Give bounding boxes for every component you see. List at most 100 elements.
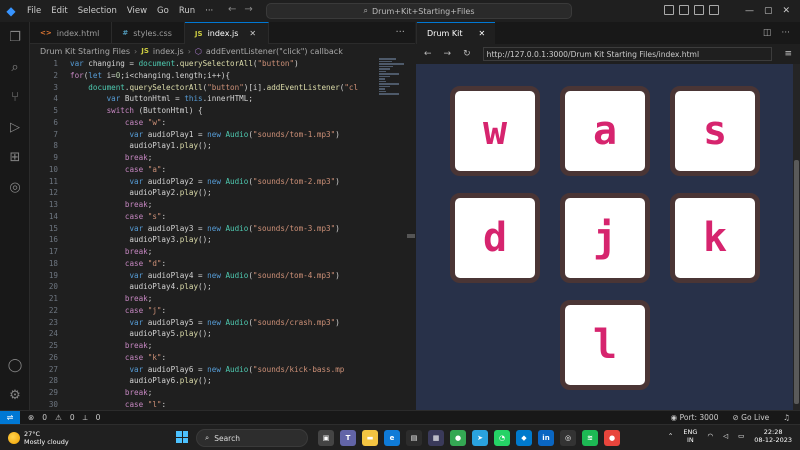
code-line[interactable]: var audioPlay1 = new Audio("sounds/tom-1… [70,129,400,141]
code-line[interactable]: audioPlay4.play(); [70,281,400,293]
wifi-icon[interactable]: ◠ [707,432,713,440]
edge-icon[interactable]: e [384,430,400,446]
tab-index-html[interactable]: <> index.html [30,22,113,44]
task-view-icon[interactable]: ▣ [318,430,334,446]
toggle-sidebar-icon[interactable] [664,5,674,15]
menu-selection[interactable]: Selection [73,6,122,16]
code-line[interactable]: audioPlay3.play(); [70,234,400,246]
browser-menu-icon[interactable]: ≡ [784,49,800,59]
store-icon[interactable]: ▤ [406,430,422,446]
port-status[interactable]: ◉ Port: 3000 [671,413,719,422]
drum-button-a[interactable]: a [560,86,650,176]
code-line[interactable]: var audioPlay2 = new Audio("sounds/tom-2… [70,176,400,188]
url-input[interactable] [482,47,773,61]
problems-indicator[interactable]: ⊗ 0 ⚠ 0 ⟂ 0 [20,413,100,423]
menu-run[interactable]: Run [174,6,200,16]
linkedin-icon[interactable]: in [538,430,554,446]
tab-styles-css[interactable]: # styles.css [112,22,185,44]
drum-button-d[interactable]: d [450,193,540,283]
spotify-icon[interactable]: ≋ [582,430,598,446]
maximize-button[interactable]: ▢ [764,6,773,16]
tab-index-js[interactable]: JS index.js ✕ [184,22,270,44]
minimap[interactable] [379,58,407,110]
split-editor-icon[interactable]: ◫ [763,28,772,38]
drum-button-w[interactable]: w [450,86,540,176]
file-explorer-icon[interactable]: ▬ [362,430,378,446]
code-line[interactable]: break; [70,199,400,211]
explorer-icon[interactable]: ❐ [0,22,30,52]
battery-icon[interactable]: ▭ [738,432,744,440]
taskbar-search[interactable]: ⌕ Search [196,429,308,447]
code-line[interactable]: break; [70,152,400,164]
code-line[interactable]: case "d": [70,258,400,270]
minimize-button[interactable]: — [745,6,754,16]
reload-icon[interactable]: ↻ [463,49,471,59]
breadcrumb-folder[interactable]: Drum Kit Starting Files [40,47,130,56]
code-line[interactable]: case "w": [70,117,400,129]
account-icon[interactable]: ◯ [0,350,30,380]
breadcrumb-file[interactable]: index.js [153,47,184,56]
code-line[interactable]: case "s": [70,211,400,223]
whatsapp-icon[interactable]: ◔ [494,430,510,446]
code-line[interactable]: document.querySelectorAll("button")[i].a… [70,82,400,94]
code-area[interactable]: var changing = document.querySelectorAll… [70,58,400,410]
menu-go[interactable]: Go [152,6,174,16]
remote-icon[interactable]: ⇌ [0,410,20,425]
language-indicator[interactable]: ENG IN [683,428,697,444]
tab-drum-kit[interactable]: Drum Kit ✕ [417,22,496,44]
bell-icon[interactable]: ♫ [783,413,790,422]
toggle-panel-icon[interactable] [679,5,689,15]
code-line[interactable]: case "l": [70,399,400,410]
code-line[interactable]: var audioPlay6 = new Audio("sounds/kick-… [70,364,400,376]
forward-arrow-icon[interactable]: → [444,49,452,59]
code-line[interactable]: var audioPlay4 = new Audio("sounds/tom-4… [70,270,400,282]
clock[interactable]: 22:28 08-12-2023 [754,428,792,444]
code-line[interactable]: break; [70,293,400,305]
code-line[interactable]: var audioPlay3 = new Audio("sounds/tom-3… [70,223,400,235]
volume-icon[interactable]: ◁ [723,432,728,440]
code-line[interactable]: case "a": [70,164,400,176]
chrome-profile-icon[interactable]: ● [604,430,620,446]
code-line[interactable]: break; [70,340,400,352]
drum-button-j[interactable]: j [560,193,650,283]
drum-button-s[interactable]: s [670,86,760,176]
drum-button-k[interactable]: k [670,193,760,283]
code-line[interactable]: var ButtonHtml = this.innerHTML; [70,93,400,105]
copilot-icon[interactable]: ◎ [0,172,30,202]
menu-file[interactable]: File [22,6,46,16]
close-tab-icon[interactable]: ✕ [478,29,485,38]
toggle-secondary-sidebar-icon[interactable] [694,5,704,15]
code-line[interactable]: var changing = document.querySelectorAll… [70,58,400,70]
code-line[interactable]: for(let i=0;i<changing.length;i++){ [70,70,400,82]
code-line[interactable]: case "j": [70,305,400,317]
code-line[interactable]: break; [70,246,400,258]
more-actions-icon[interactable]: ··· [385,22,415,43]
chevron-up-icon[interactable]: ⌃ [668,432,673,440]
weather-widget[interactable]: 27°C Mostly cloudy [0,430,69,446]
source-control-icon[interactable]: ⑂ [0,82,30,112]
code-line[interactable]: audioPlay1.play(); [70,140,400,152]
close-button[interactable]: ✕ [782,6,790,16]
forward-arrow-icon[interactable]: → [244,4,260,15]
photos-icon[interactable]: ▦ [428,430,444,446]
menu-view[interactable]: View [122,6,152,16]
code-line[interactable]: case "k": [70,352,400,364]
close-tab-icon[interactable]: ✕ [249,29,256,38]
extensions-icon[interactable]: ⊞ [0,142,30,172]
vscode-taskbar-icon[interactable]: ◆ [516,430,532,446]
teams-icon[interactable]: T [340,430,356,446]
code-line[interactable]: audioPlay2.play(); [70,187,400,199]
code-line[interactable]: audioPlay6.play(); [70,375,400,387]
back-arrow-icon[interactable]: ← [424,49,432,59]
code-editor[interactable]: 1 2 3 4 5 6 7 8 9 10 11 12 13 14 15 16 17 18 19 20 21 22 23 24 2… [30,58,415,410]
app-icon[interactable]: ◎ [560,430,576,446]
breadcrumb-symbol[interactable]: addEventListener("click") callback [206,47,343,56]
menu-more[interactable]: ··· [200,6,218,16]
code-line[interactable]: audioPlay5.play(); [70,328,400,340]
windows-start-icon[interactable] [176,431,188,443]
chrome-icon[interactable]: ● [450,430,466,446]
command-center[interactable]: ⌕ Drum+Kit+Starting+Files [266,3,572,19]
code-line[interactable]: break; [70,387,400,399]
code-line[interactable]: switch (ButtonHtml) { [70,105,400,117]
menu-edit[interactable]: Edit [46,6,72,16]
